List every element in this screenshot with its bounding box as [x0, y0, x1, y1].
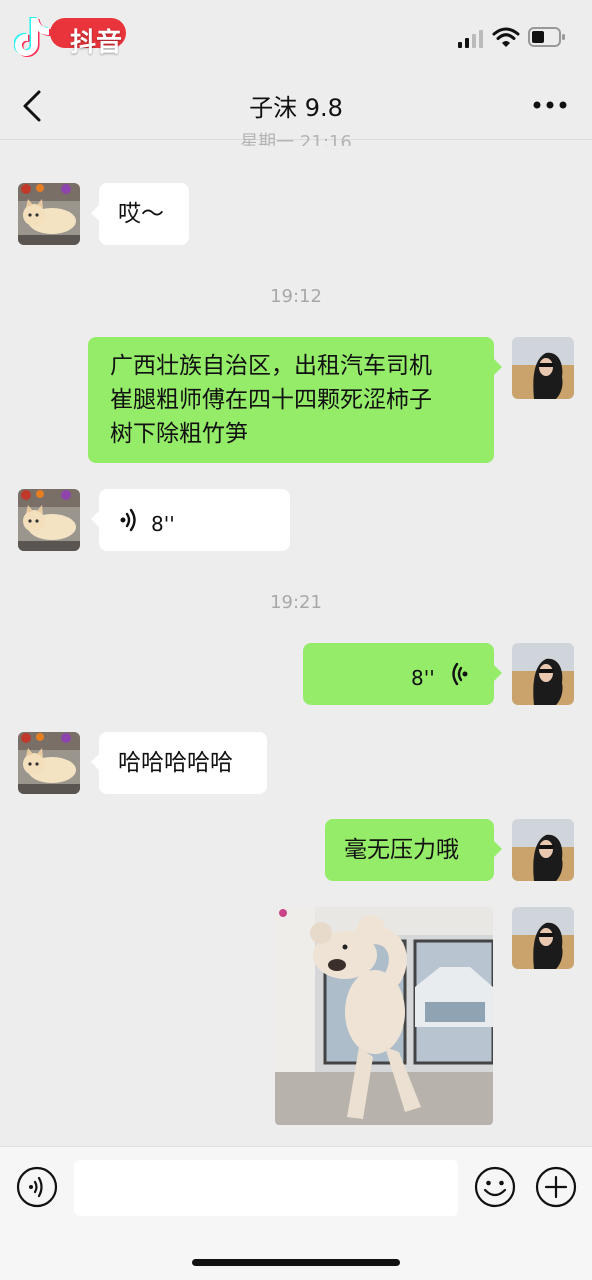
contact-avatar[interactable] — [18, 489, 80, 551]
tiktok-logo-icon — [14, 17, 51, 57]
message-bubble-outgoing[interactable]: 毫无压力哦 — [325, 819, 502, 881]
message-text: 毫无压力哦 — [344, 837, 459, 863]
message-bubble-incoming[interactable]: 哈哈哈哈哈 — [91, 732, 267, 794]
home-indicator[interactable] — [192, 1259, 400, 1266]
message-bubble-outgoing[interactable]: 广西壮族自治区，出租汽车司机 崔腿粗师傅在四十四颗死涩柿子 树下除粗竹笋 — [88, 337, 502, 463]
my-avatar[interactable] — [512, 907, 574, 969]
message-bubble-incoming[interactable]: 哎～ — [91, 183, 189, 245]
my-avatar[interactable] — [512, 819, 574, 881]
voice-message-outgoing[interactable]: 8'' — [303, 643, 502, 705]
voice-wave-icon — [452, 662, 468, 686]
message-line: 崔腿粗师傅在四十四颗死涩柿子 — [110, 387, 432, 413]
message-text: 哎～ — [118, 201, 164, 227]
timestamp: 19:21 — [270, 592, 322, 613]
contact-avatar[interactable] — [18, 732, 80, 794]
voice-input-icon[interactable] — [16, 1166, 58, 1208]
message-input[interactable] — [74, 1160, 458, 1216]
battery-icon — [528, 27, 565, 47]
smiley-icon[interactable] — [474, 1166, 516, 1208]
cellular-signal-icon — [458, 30, 483, 48]
contact-avatar[interactable] — [18, 183, 80, 245]
timestamp: 19:12 — [270, 286, 322, 307]
plus-circle-icon[interactable] — [535, 1166, 577, 1208]
partial-timestamp: 星期一 21:16 — [240, 132, 352, 146]
message-line: 广西壮族自治区，出租汽车司机 — [110, 353, 432, 379]
wifi-icon — [492, 27, 520, 47]
voice-duration: 8'' — [411, 666, 435, 690]
voice-wave-icon — [120, 508, 136, 532]
my-avatar[interactable] — [512, 337, 574, 399]
image-message-teddy-bear[interactable] — [275, 907, 493, 1125]
ellipsis-icon[interactable] — [532, 98, 568, 112]
brand-name: 抖音 — [70, 28, 123, 58]
message-line: 树下除粗竹笋 — [110, 421, 248, 447]
my-avatar[interactable] — [512, 643, 574, 705]
message-text: 哈哈哈哈哈 — [118, 750, 233, 776]
voice-message-incoming[interactable]: 8'' — [91, 489, 290, 551]
chat-title: 子沫 9.8 — [249, 94, 343, 122]
voice-duration: 8'' — [151, 512, 175, 536]
